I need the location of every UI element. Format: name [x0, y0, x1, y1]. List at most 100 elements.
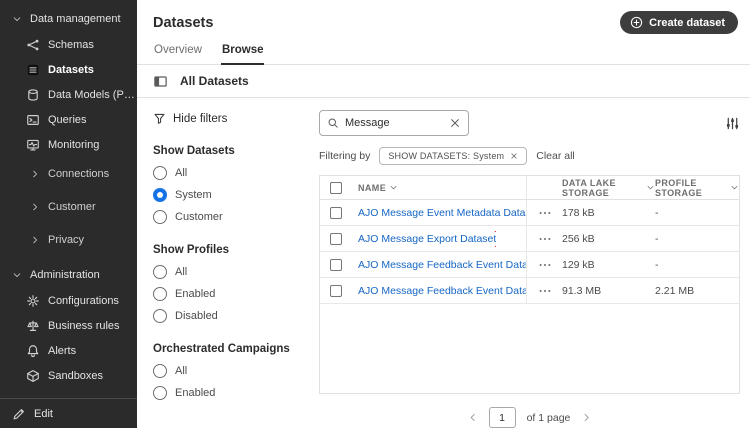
- radio-button-icon: [153, 188, 167, 202]
- radio-show-datasets-all[interactable]: All: [153, 166, 303, 180]
- previous-page-icon[interactable]: [467, 412, 478, 423]
- chevron-down-icon: [12, 270, 22, 280]
- pagination: of 1 page: [319, 407, 740, 428]
- row-checkbox-cell: [320, 285, 352, 297]
- column-header-data-lake[interactable]: DATA LAKE STORAGE: [562, 178, 655, 198]
- more-actions-icon[interactable]: [538, 284, 552, 298]
- hide-filters-button[interactable]: Hide filters: [153, 112, 303, 125]
- row-checkbox[interactable]: [330, 285, 342, 297]
- create-dataset-label: Create dataset: [649, 17, 725, 29]
- sidebar-item-label: Connections: [48, 168, 109, 180]
- sidebar-item-label: Business rules: [48, 320, 120, 332]
- panel-toggle-icon[interactable]: [153, 74, 168, 89]
- radio-button-icon: [153, 364, 167, 378]
- row-checkbox-cell: [320, 233, 352, 245]
- filter-chip[interactable]: SHOW DATASETS: System: [379, 147, 527, 165]
- datasets-table: NAME DATA LAKE STORAGE PROFILE STORAGE: [319, 175, 740, 394]
- profile-storage-value: -: [655, 259, 739, 271]
- row-checkbox[interactable]: [330, 259, 342, 271]
- page-number-input[interactable]: [489, 407, 516, 428]
- sidebar-item-label: Queries: [48, 114, 87, 126]
- dataset-name-link[interactable]: AJO Message Export Dataset: [358, 231, 496, 247]
- sidebar-group-administration[interactable]: Administration: [0, 262, 137, 288]
- next-page-icon[interactable]: [581, 412, 592, 423]
- profile-storage-value: 2.21 MB: [655, 285, 739, 297]
- sidebar-item-datasets[interactable]: Datasets: [0, 57, 137, 82]
- radio-orchestrated-campaigns-enabled[interactable]: Enabled: [153, 386, 303, 400]
- sidebar-item-queries[interactable]: Queries: [0, 107, 137, 132]
- radio-button-icon: [153, 309, 167, 323]
- radio-label: Enabled: [175, 387, 215, 399]
- radio-show-profiles-disabled[interactable]: Disabled: [153, 309, 303, 323]
- sort-chevron-icon: [646, 183, 655, 192]
- dataset-name-link[interactable]: AJO Message Feedback Event Dataset - Non…: [358, 257, 526, 273]
- queries-icon: [26, 113, 40, 127]
- sidebar-item-connections[interactable]: Connections: [0, 157, 137, 190]
- sidebar-item-configurations[interactable]: Configurations: [0, 288, 137, 313]
- sidebar-item-label: Monitoring: [48, 139, 99, 151]
- radio-label: Disabled: [175, 310, 218, 322]
- search-input[interactable]: [345, 117, 443, 129]
- business-rules-icon: [26, 319, 40, 333]
- sidebar-item-label: Schemas: [48, 39, 94, 51]
- page-title: Datasets: [153, 15, 213, 31]
- radio-show-profiles-all[interactable]: All: [153, 265, 303, 279]
- sidebar-nav: Data management Schemas DatasetsData Model…: [0, 6, 137, 388]
- row-checkbox[interactable]: [330, 207, 342, 219]
- more-actions-icon[interactable]: [538, 258, 552, 272]
- sidebar-item-schemas[interactable]: Schemas: [0, 32, 137, 57]
- chip-remove-icon[interactable]: [510, 152, 518, 160]
- sandboxes-icon: [26, 369, 40, 383]
- datasets-icon: [26, 63, 40, 77]
- profile-storage-value: -: [655, 233, 739, 245]
- edit-button[interactable]: Edit: [0, 398, 137, 428]
- sidebar: Data management Schemas DatasetsData Model…: [0, 0, 137, 428]
- column-header-name[interactable]: NAME: [352, 183, 526, 193]
- radio-show-datasets-customer[interactable]: Customer: [153, 210, 303, 224]
- sidebar-item-sandboxes[interactable]: Sandboxes: [0, 363, 137, 388]
- app-root: Data managementSchemasDatasetsData Model…: [0, 0, 750, 428]
- radio-label: Enabled: [175, 288, 215, 300]
- more-actions-icon[interactable]: [538, 206, 552, 220]
- radio-label: All: [175, 266, 187, 278]
- sidebar-item-data-models-poc[interactable]: Data Models (POC): [0, 82, 137, 107]
- sidebar-item-privacy[interactable]: Privacy: [0, 223, 137, 256]
- configurations-icon: [26, 294, 40, 308]
- row-checkbox[interactable]: [330, 233, 342, 245]
- filtering-row: Filtering by SHOW DATASETS: System Clear…: [319, 147, 740, 165]
- profile-storage-value: -: [655, 207, 739, 219]
- tab-browse[interactable]: Browse: [221, 40, 265, 65]
- column-header-profile[interactable]: PROFILE STORAGE: [655, 178, 739, 198]
- row-actions-cell: [526, 278, 562, 303]
- dataset-name-cell: AJO Message Feedback Event Dataset: [352, 283, 526, 299]
- table-row: AJO Message Event Metadata Dataset178 kB…: [320, 200, 739, 226]
- filter-funnel-icon: [153, 112, 166, 125]
- row-actions-cell: [526, 252, 562, 277]
- table-header-row: NAME DATA LAKE STORAGE PROFILE STORAGE: [320, 176, 739, 200]
- sidebar-group-label: Administration: [30, 269, 100, 281]
- dataset-name-cell: AJO Message Feedback Event Dataset - Non…: [352, 257, 526, 273]
- dataset-name-link[interactable]: AJO Message Event Metadata Dataset: [358, 205, 526, 221]
- tab-bar: Overview Browse: [137, 40, 750, 65]
- sidebar-item-business-rules[interactable]: Business rules: [0, 313, 137, 338]
- pencil-icon: [12, 407, 26, 421]
- sidebar-item-customer[interactable]: Customer: [0, 190, 137, 223]
- clear-search-icon[interactable]: [449, 117, 461, 129]
- sidebar-item-alerts[interactable]: Alerts: [0, 338, 137, 363]
- radio-show-datasets-system[interactable]: System: [153, 188, 303, 202]
- browse-subheader: All Datasets: [137, 65, 750, 98]
- select-all-checkbox[interactable]: [330, 182, 342, 194]
- more-actions-icon[interactable]: [538, 232, 552, 246]
- clear-all-link[interactable]: Clear all: [536, 150, 575, 162]
- row-checkbox-cell: [320, 207, 352, 219]
- sidebar-group-data-management[interactable]: Data management: [0, 6, 137, 32]
- sort-chevron-icon: [730, 183, 739, 192]
- dataset-name-link[interactable]: AJO Message Feedback Event Dataset: [358, 283, 526, 299]
- radio-show-profiles-enabled[interactable]: Enabled: [153, 287, 303, 301]
- create-dataset-button[interactable]: Create dataset: [620, 11, 738, 34]
- radio-orchestrated-campaigns-all[interactable]: All: [153, 364, 303, 378]
- column-header-name-label: NAME: [358, 183, 386, 193]
- column-settings-icon[interactable]: [725, 116, 740, 131]
- tab-overview[interactable]: Overview: [153, 40, 203, 64]
- sidebar-item-monitoring[interactable]: Monitoring: [0, 132, 137, 157]
